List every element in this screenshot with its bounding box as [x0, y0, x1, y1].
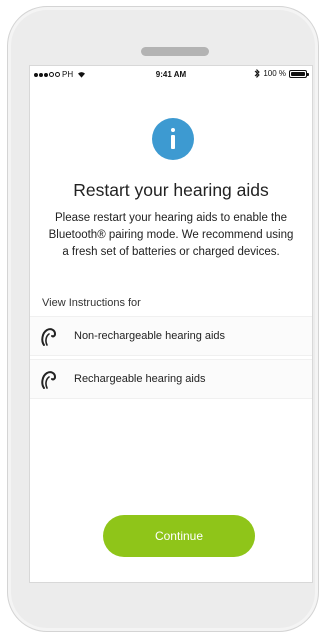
- battery-percent: 100 %: [263, 69, 286, 78]
- phone-bottom-bezel: [8, 583, 320, 633]
- status-right: 100 %: [254, 69, 309, 78]
- instruction-item-non-rechargeable[interactable]: Non-rechargeable hearing aids: [30, 316, 312, 356]
- instruction-item-label: Rechargeable hearing aids: [74, 373, 206, 385]
- battery-icon: [289, 69, 309, 78]
- status-bar: PH 9:41 AM 100 %: [30, 66, 312, 83]
- instructions-label: View Instructions for: [42, 297, 141, 309]
- instruction-item-label: Non-rechargeable hearing aids: [74, 330, 226, 342]
- hearing-aid-icon: [41, 371, 57, 389]
- bluetooth-icon: [254, 69, 261, 78]
- phone-speaker: [141, 47, 209, 56]
- dialog-description: Please restart your hearing aids to enab…: [48, 212, 294, 258]
- info-icon: [152, 118, 194, 160]
- continue-button[interactable]: Continue: [103, 515, 255, 557]
- phone-frame: PH 9:41 AM 100 % Restart your hearing ai…: [7, 6, 319, 632]
- hearing-aid-icon: [41, 328, 57, 346]
- dialog-title: Restart your hearing aids: [73, 180, 269, 200]
- app-screen: PH 9:41 AM 100 % Restart your hearing ai…: [30, 66, 312, 582]
- instruction-item-rechargeable[interactable]: Rechargeable hearing aids: [30, 359, 312, 399]
